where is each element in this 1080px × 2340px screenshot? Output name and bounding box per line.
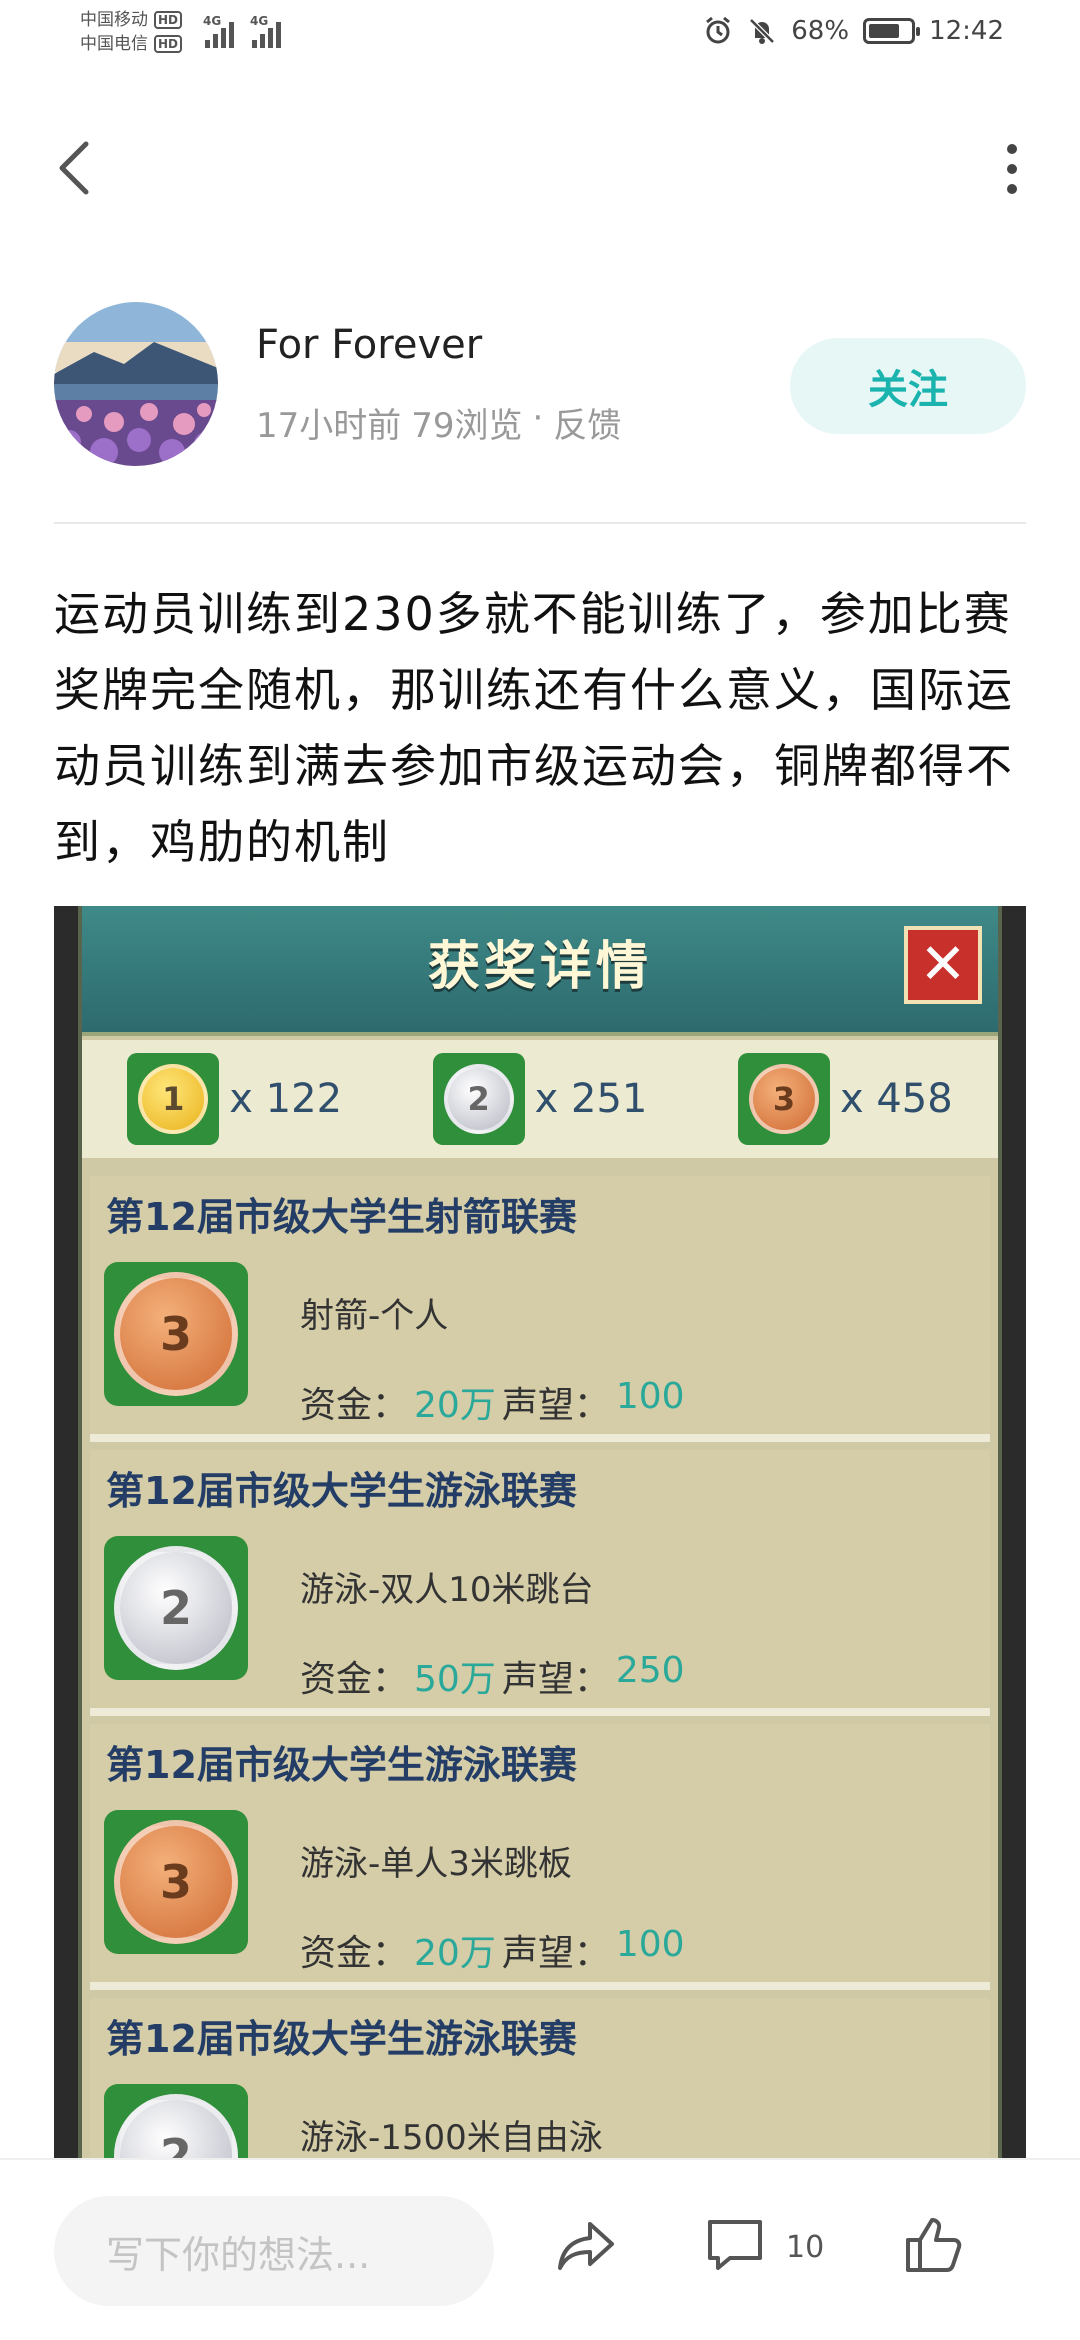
silver-medal-icon: 2 — [104, 1536, 248, 1680]
bronze-count: 3 x 458 — [737, 1053, 953, 1145]
comment-input[interactable]: 写下你的想法... — [54, 2196, 494, 2306]
follow-button[interactable]: 关注 — [790, 338, 1026, 434]
event-card: 第12届市级大学生游泳联赛 2 游泳-双人10米跳台 资金： 50万 声望： 250 — [90, 1450, 990, 1716]
signal-icon: 4G — [250, 14, 281, 48]
awards-panel: 获奖详情 ✕ 1 x 122 2 x 251 3 x 458 第12届市级大学生… — [78, 906, 1002, 2158]
avatar[interactable] — [54, 302, 218, 466]
comment-count: 10 — [786, 2230, 825, 2265]
network-type: 4G — [203, 14, 222, 28]
feedback-link[interactable]: 反馈 — [553, 398, 621, 447]
carrier-2: 中国电信 — [80, 34, 148, 54]
mute-bell-icon — [749, 18, 776, 44]
comment-icon[interactable] — [700, 2210, 770, 2280]
hd-badge: HD — [154, 35, 183, 53]
bronze-medal-icon: 3 — [737, 1053, 830, 1145]
event-card: 第12届市级大学生射箭联赛 3 射箭-个人 资金： 20万 声望： 100 — [90, 1176, 990, 1442]
divider — [54, 522, 1026, 524]
back-chevron-icon[interactable] — [52, 138, 102, 198]
event-title: 第12届市级大学生射箭联赛 — [106, 1195, 577, 1239]
meta-separator: · — [532, 398, 544, 438]
network-type: 4G — [250, 14, 269, 28]
gold-medal-icon: 1 — [127, 1053, 220, 1145]
silver-medal-icon: 2 — [432, 1053, 525, 1145]
carrier-info: 中国移动 HD 中国电信 HD — [80, 8, 183, 56]
awards-panel-header: 获奖详情 ✕ — [82, 906, 998, 1036]
medal-counts: 1 x 122 2 x 251 3 x 458 — [82, 1040, 998, 1158]
bottom-action-bar: 写下你的想法... 10 — [0, 2158, 1080, 2340]
event-card: 第12届市级大学生游泳联赛 2 游泳-1500米自由泳 — [90, 1998, 990, 2158]
post-text: 运动员训练到230多就不能训练了，参加比赛奖牌完全随机，那训练还有什么意义，国际… — [54, 587, 1014, 869]
gold-count-label: x 122 — [229, 1076, 343, 1122]
awards-title: 获奖详情 — [427, 937, 652, 997]
hd-badge: HD — [154, 11, 183, 29]
event-reward: 资金： 50万 声望： 250 — [300, 1650, 685, 1700]
event-reward: 资金： 20万 声望： 100 — [300, 1924, 685, 1974]
author-row: For Forever 17小时前 79浏览 · 反馈 关注 — [54, 302, 1026, 472]
gold-count: 1 x 122 — [127, 1053, 342, 1145]
bronze-medal-icon: 3 — [104, 1262, 248, 1406]
event-name: 游泳-1500米自由泳 — [300, 2118, 603, 2158]
battery-icon — [863, 18, 921, 44]
signal-icon: 4G — [203, 14, 234, 48]
more-vertical-icon[interactable] — [1002, 144, 1022, 194]
silver-medal-icon: 2 — [104, 2084, 248, 2158]
event-card: 第12届市级大学生游泳联赛 3 游泳-单人3米跳板 资金： 20万 声望： 100 — [90, 1724, 990, 1990]
post-image[interactable]: 获奖详情 ✕ 1 x 122 2 x 251 3 x 458 第12届市级大学生… — [54, 906, 1026, 2158]
time-ago: 17小时前 — [256, 406, 402, 446]
status-bar: 中国移动 HD 中国电信 HD 4G 4G 68% 12:42 — [0, 0, 1080, 72]
thumbs-up-icon[interactable] — [898, 2210, 968, 2280]
view-count: 79浏览 — [411, 406, 523, 446]
event-name: 射箭-个人 — [300, 1296, 449, 1336]
event-title: 第12届市级大学生游泳联赛 — [106, 2017, 577, 2061]
post-meta: 17小时前 79浏览 · 反馈 — [256, 398, 621, 447]
author-name[interactable]: For Forever — [256, 322, 482, 368]
carrier-1: 中国移动 — [80, 10, 148, 30]
event-name: 游泳-单人3米跳板 — [300, 1844, 572, 1884]
silver-count-label: x 251 — [534, 1076, 648, 1122]
status-right: 68% 12:42 — [703, 16, 1004, 46]
bronze-medal-icon: 3 — [104, 1810, 248, 1954]
event-reward: 资金： 20万 声望： 100 — [300, 1376, 685, 1426]
close-icon: ✕ — [904, 926, 982, 1004]
alarm-icon — [706, 16, 731, 44]
clock: 12:42 — [929, 16, 1004, 46]
event-title: 第12届市级大学生游泳联赛 — [106, 1743, 577, 1787]
event-title: 第12届市级大学生游泳联赛 — [106, 1469, 577, 1513]
top-nav — [0, 120, 1080, 216]
battery-percent: 68% — [791, 16, 850, 46]
event-name: 游泳-双人10米跳台 — [300, 1570, 594, 1610]
signal-indicators: 4G 4G — [203, 14, 281, 48]
silver-count: 2 x 251 — [432, 1053, 648, 1145]
share-icon[interactable] — [552, 2210, 622, 2280]
bronze-count-label: x 458 — [839, 1076, 953, 1122]
